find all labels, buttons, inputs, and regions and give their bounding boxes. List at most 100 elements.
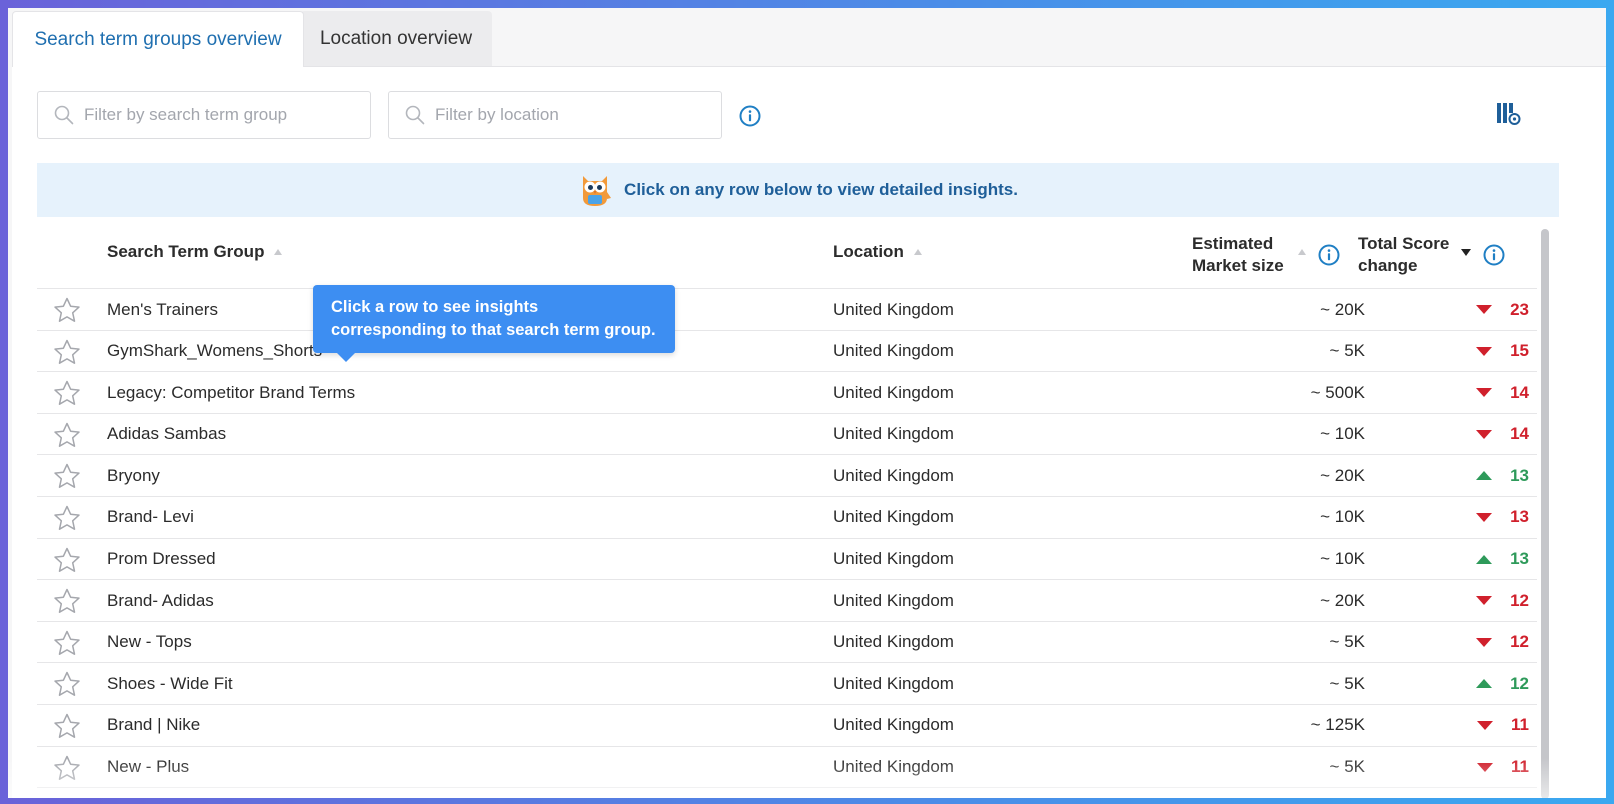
score-change-cell: 13	[1439, 539, 1529, 580]
star-outline-icon[interactable]	[53, 297, 81, 323]
location-filter-input[interactable]	[435, 105, 695, 125]
score-change-cell: 15	[1439, 331, 1529, 372]
star-outline-icon[interactable]	[53, 505, 81, 531]
triangle-down-icon	[1477, 762, 1494, 772]
search-term-group-cell: Prom Dressed	[107, 549, 216, 569]
score-change-value: 12	[1510, 673, 1529, 693]
triangle-down-icon	[1477, 720, 1494, 730]
location-cell: United Kingdom	[833, 424, 954, 444]
search-term-group-cell: Men's Trainers	[107, 299, 218, 319]
star-outline-icon[interactable]	[53, 380, 81, 406]
score-change-cell: 13	[1439, 455, 1529, 496]
table-row[interactable]: New - Plus United Kingdom ~ 5K 11	[37, 747, 1537, 789]
star-outline-icon[interactable]	[53, 463, 81, 489]
score-change-value: 14	[1510, 382, 1529, 402]
table-row[interactable]: New - Tops United Kingdom ~ 5K 12	[37, 622, 1537, 664]
score-change-value: 14	[1510, 424, 1529, 444]
market-size-cell: ~ 5K	[1329, 632, 1365, 652]
triangle-down-icon	[1476, 388, 1493, 398]
sort-asc-icon	[1297, 249, 1306, 255]
location-cell: United Kingdom	[833, 715, 954, 735]
star-outline-icon[interactable]	[53, 588, 81, 614]
search-term-group-cell: Legacy: Competitor Brand Terms	[107, 382, 356, 402]
column-header-total-score-change[interactable]: Total Score change	[1358, 233, 1505, 277]
market-size-cell: ~ 10K	[1320, 507, 1365, 527]
market-size-cell: ~ 5K	[1329, 341, 1365, 361]
column-header-label: Search Term Group	[107, 242, 265, 261]
market-size-cell: ~ 5K	[1329, 757, 1365, 777]
table-row[interactable]: Bryony United Kingdom ~ 20K 13	[37, 455, 1537, 497]
score-change-cell: 11	[1439, 705, 1529, 746]
star-outline-icon[interactable]	[53, 630, 81, 656]
location-cell: United Kingdom	[833, 382, 954, 402]
column-settings-icon[interactable]	[1496, 101, 1522, 127]
score-change-cell: 12	[1439, 580, 1529, 621]
market-size-cell: ~ 500K	[1310, 382, 1365, 402]
tab-location-overview[interactable]: Location overview	[300, 11, 492, 67]
column-header-label: Total Score change	[1358, 234, 1450, 275]
star-outline-icon[interactable]	[53, 547, 81, 573]
table-row[interactable]: Men's Trainers United Kingdom ~ 20K 23	[37, 289, 1537, 331]
table-row[interactable]: Shoes - Wide Fit United Kingdom ~ 5K 12	[37, 663, 1537, 705]
banner-text: Click on any row below to view detailed …	[624, 180, 1018, 199]
triangle-up-icon	[1476, 554, 1493, 564]
triangle-down-icon	[1476, 346, 1493, 356]
triangle-down-icon	[1476, 512, 1493, 522]
table-row[interactable]: Brand- Adidas United Kingdom ~ 20K 12	[37, 580, 1537, 622]
score-change-value: 13	[1510, 549, 1529, 569]
location-cell: United Kingdom	[833, 341, 954, 361]
score-change-value: 13	[1510, 507, 1529, 527]
overview-panel: Click on any row below to view detailed …	[12, 66, 1606, 798]
score-change-cell: 11	[1439, 747, 1529, 788]
table-row[interactable]: Brand- Levi United Kingdom ~ 10K 13	[37, 497, 1537, 539]
info-icon[interactable]	[1318, 244, 1340, 266]
triangle-up-icon	[1476, 679, 1493, 689]
location-cell: United Kingdom	[833, 673, 954, 693]
table-row[interactable]: Prom Dressed United Kingdom ~ 10K 13	[37, 539, 1537, 581]
table-row[interactable]: Legacy: Competitor Brand Terms United Kin…	[37, 372, 1537, 414]
search-term-group-cell: Shoes - Wide Fit	[107, 673, 233, 693]
score-change-cell: 12	[1439, 663, 1529, 704]
tab-search-term-groups[interactable]: Search term groups overview	[12, 11, 304, 67]
insights-banner: Click on any row below to view detailed …	[37, 163, 1559, 217]
sort-asc-icon	[274, 249, 283, 255]
score-change-value: 12	[1510, 632, 1529, 652]
star-outline-icon[interactable]	[53, 671, 81, 697]
star-outline-icon[interactable]	[53, 422, 81, 448]
market-size-cell: ~ 20K	[1320, 590, 1365, 610]
triangle-down-icon	[1476, 305, 1493, 314]
owl-mascot-icon	[583, 176, 612, 206]
column-header-market-size[interactable]: Estimated Market size	[1192, 233, 1340, 277]
market-size-cell: ~ 20K	[1320, 465, 1365, 485]
star-outline-icon[interactable]	[53, 755, 81, 781]
search-term-group-cell: Brand- Adidas	[107, 590, 214, 610]
location-filter[interactable]	[388, 91, 722, 139]
market-size-cell: ~ 10K	[1320, 424, 1365, 444]
search-term-filter-input[interactable]	[84, 105, 344, 125]
search-term-group-cell: New - Plus	[107, 757, 190, 777]
info-icon[interactable]	[739, 105, 761, 127]
table-row[interactable]: Adidas Sambas United Kingdom ~ 10K 14	[37, 414, 1537, 456]
column-header-search-term-group[interactable]: Search Term Group	[107, 242, 283, 262]
search-icon	[405, 105, 425, 125]
score-change-cell: 14	[1439, 414, 1529, 455]
search-term-group-cell: New - Tops	[107, 632, 192, 652]
search-term-filter[interactable]	[37, 91, 371, 139]
market-size-cell: ~ 125K	[1310, 715, 1365, 735]
score-change-cell: 23	[1439, 289, 1529, 330]
table-scrollbar[interactable]	[1541, 229, 1549, 798]
star-outline-icon[interactable]	[53, 713, 81, 739]
info-icon[interactable]	[1483, 244, 1505, 266]
table-row[interactable]: Brand | Nike United Kingdom ~ 125K 11	[37, 705, 1537, 747]
column-header-location[interactable]: Location	[833, 242, 922, 262]
star-outline-icon[interactable]	[53, 339, 81, 365]
score-change-value: 11	[1511, 715, 1529, 735]
score-change-cell: 12	[1439, 622, 1529, 663]
table-row[interactable]: GymShark_Womens_Shorts United Kingdom ~ 5K…	[37, 331, 1537, 373]
score-change-value: 15	[1510, 341, 1529, 361]
triangle-up-icon	[1476, 471, 1493, 481]
search-term-table: Search Term Group Location Estimated Mark…	[37, 217, 1537, 789]
location-cell: United Kingdom	[833, 757, 954, 777]
search-term-group-cell: GymShark_Womens_Shorts	[107, 341, 323, 361]
score-change-value: 23	[1510, 299, 1529, 319]
